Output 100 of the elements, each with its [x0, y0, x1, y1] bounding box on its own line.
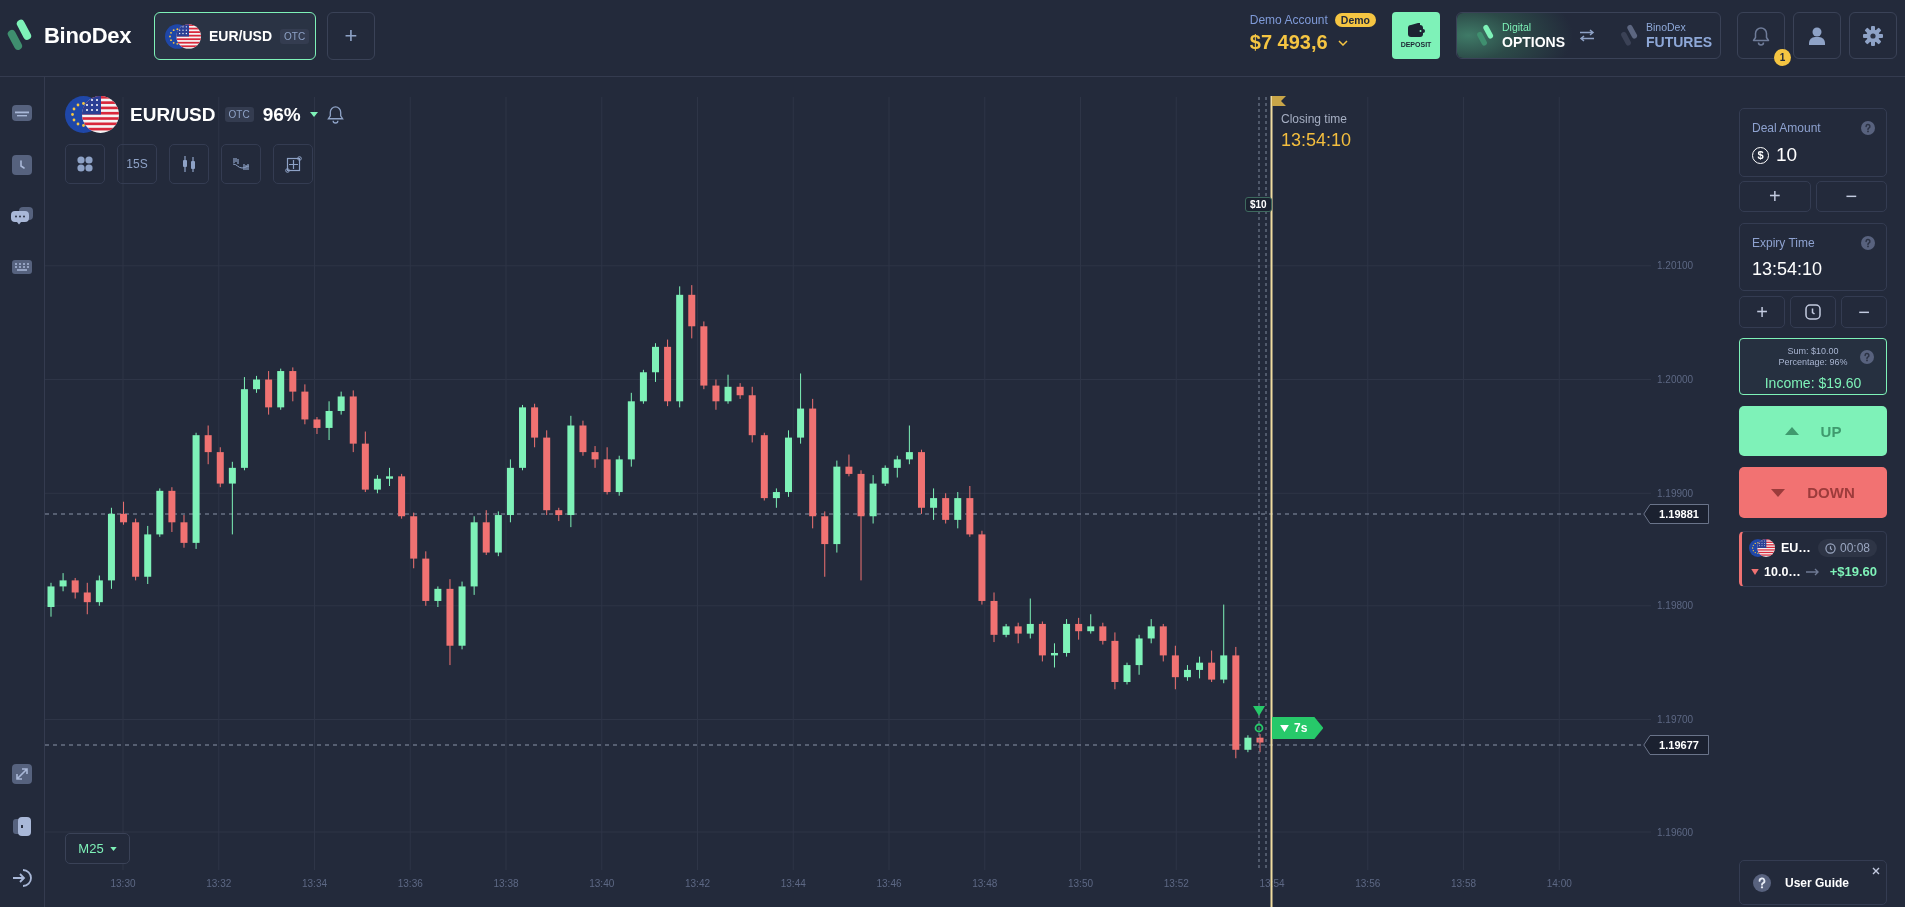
price-tag: 1.19881 — [1643, 504, 1709, 524]
field-value: 13:54:10 — [1752, 259, 1823, 280]
price-tick-label: 1.20100 — [1657, 260, 1694, 272]
layout-button[interactable] — [65, 144, 105, 184]
rising-candle — [494, 510, 502, 557]
price-tick-label: 1.19800 — [1657, 600, 1694, 612]
falling-candle — [918, 449, 925, 515]
time-tick-label: 13:38 — [493, 878, 519, 889]
expand-icon[interactable] — [12, 764, 32, 784]
login-icon[interactable] — [12, 868, 32, 888]
door-icon[interactable] — [12, 816, 32, 836]
step-button[interactable]: + — [1739, 296, 1785, 328]
notification-count: 1 — [1774, 49, 1791, 66]
rising-candle — [639, 369, 647, 405]
profile-button[interactable] — [1793, 12, 1841, 59]
help-icon — [1861, 121, 1875, 135]
up-triangle-icon — [1784, 427, 1799, 435]
falling-candle — [204, 425, 212, 465]
tray-icon[interactable] — [12, 103, 32, 123]
help-icon — [1753, 873, 1771, 892]
falling-candle — [748, 386, 756, 443]
rising-candle — [1123, 662, 1131, 685]
rising-candle — [59, 572, 67, 592]
flag-pair-icon — [65, 96, 119, 133]
rising-candle — [458, 581, 466, 650]
caret-icon — [109, 846, 117, 851]
rising-candle — [652, 342, 659, 383]
user-guide-widget[interactable]: User Guide — [1739, 860, 1887, 905]
balance-dropdown[interactable]: $7 493,6 — [1249, 31, 1376, 54]
help-icon — [1861, 236, 1875, 250]
chart-type-button[interactable] — [169, 144, 209, 184]
rising-candle — [47, 582, 55, 618]
bell-icon[interactable] — [326, 105, 344, 124]
rising-candle — [1135, 634, 1143, 676]
rising-candle — [1183, 664, 1191, 682]
time-tick-label: 13:52 — [1163, 878, 1189, 889]
indicators-button[interactable] — [221, 144, 261, 184]
trade-payout: +$19.60 — [1829, 564, 1877, 579]
falling-candle — [1171, 645, 1179, 690]
down-triangle-icon — [1253, 706, 1265, 716]
period-dropdown[interactable]: M25 — [65, 833, 130, 864]
falling-candle — [301, 383, 309, 425]
countdown-tag: 7s — [1272, 717, 1324, 739]
add-tab-button[interactable]: + — [327, 12, 375, 60]
price-tick-label: 1.19600 — [1657, 826, 1694, 838]
falling-candle — [120, 501, 128, 526]
rising-candle — [1002, 623, 1010, 638]
account-type-tag: Demo — [1334, 13, 1376, 27]
falling-candle — [422, 550, 430, 607]
drawing-button[interactable] — [273, 144, 313, 184]
rising-candle — [930, 487, 938, 521]
falling-candle — [180, 514, 188, 549]
time-tick-label: 13:56 — [1355, 878, 1381, 889]
step-button[interactable]: + — [1739, 181, 1811, 212]
rising-candle — [893, 455, 901, 479]
close-icon[interactable] — [1872, 867, 1880, 875]
user-icon — [1809, 26, 1825, 45]
falling-candle — [1159, 623, 1167, 662]
trade-amount-tag: $10 — [1245, 197, 1272, 212]
time-picker-button[interactable] — [1790, 296, 1836, 328]
expiry-time-field[interactable]: Expiry Time 13:54:10 — [1739, 223, 1887, 291]
timeframe-button[interactable]: 15S — [117, 144, 157, 184]
falling-candle — [83, 582, 91, 615]
time-tick-label: 13:48 — [972, 878, 998, 889]
wallet-icon — [1407, 23, 1425, 37]
step-button[interactable]: − — [1815, 181, 1887, 212]
field-value: 10 — [1776, 144, 1798, 166]
falling-candle — [1038, 621, 1046, 662]
mode-tab[interactable]: BinoDex FUTURES — [1601, 13, 1721, 58]
chat-icon[interactable] — [11, 207, 33, 227]
diagonal-bars-icon — [1477, 22, 1494, 49]
rising-candle — [772, 487, 780, 509]
sum-text: Sum: $10.00 — [1787, 346, 1839, 356]
rising-candle — [615, 455, 623, 497]
settings-button[interactable] — [1849, 12, 1897, 59]
rising-candle — [337, 391, 345, 416]
arrow-right-icon — [1805, 567, 1820, 576]
clock-icon[interactable] — [12, 155, 32, 175]
deal-amount-field[interactable]: Deal Amount $ 10 — [1739, 108, 1887, 177]
falling-candle — [1256, 733, 1264, 753]
falling-candle — [688, 284, 696, 339]
step-button[interactable]: − — [1841, 296, 1887, 328]
down-triangle-icon — [1280, 724, 1289, 732]
falling-candle — [289, 366, 297, 402]
open-trade-card[interactable]: EU… 00:08 10.0… +$19.60 — [1739, 531, 1887, 587]
rising-candle — [905, 425, 913, 465]
down-triangle-icon — [1751, 568, 1759, 575]
rising-candle — [724, 374, 732, 405]
time-tick-label: 13:32 — [206, 878, 232, 889]
rising-candle — [869, 474, 877, 524]
timer-pill: 00:08 — [1817, 539, 1877, 557]
bell-icon — [1752, 25, 1770, 46]
ring-icon — [1254, 723, 1264, 733]
rising-candle — [1026, 598, 1034, 639]
falling-candle — [664, 339, 672, 407]
falling-candle — [845, 454, 853, 477]
keyboard-icon[interactable] — [12, 259, 32, 275]
time-tick-label: 13:30 — [110, 878, 136, 889]
asset-tab[interactable]: EUR/USD OTC — [154, 12, 316, 60]
help-icon — [1860, 349, 1874, 364]
